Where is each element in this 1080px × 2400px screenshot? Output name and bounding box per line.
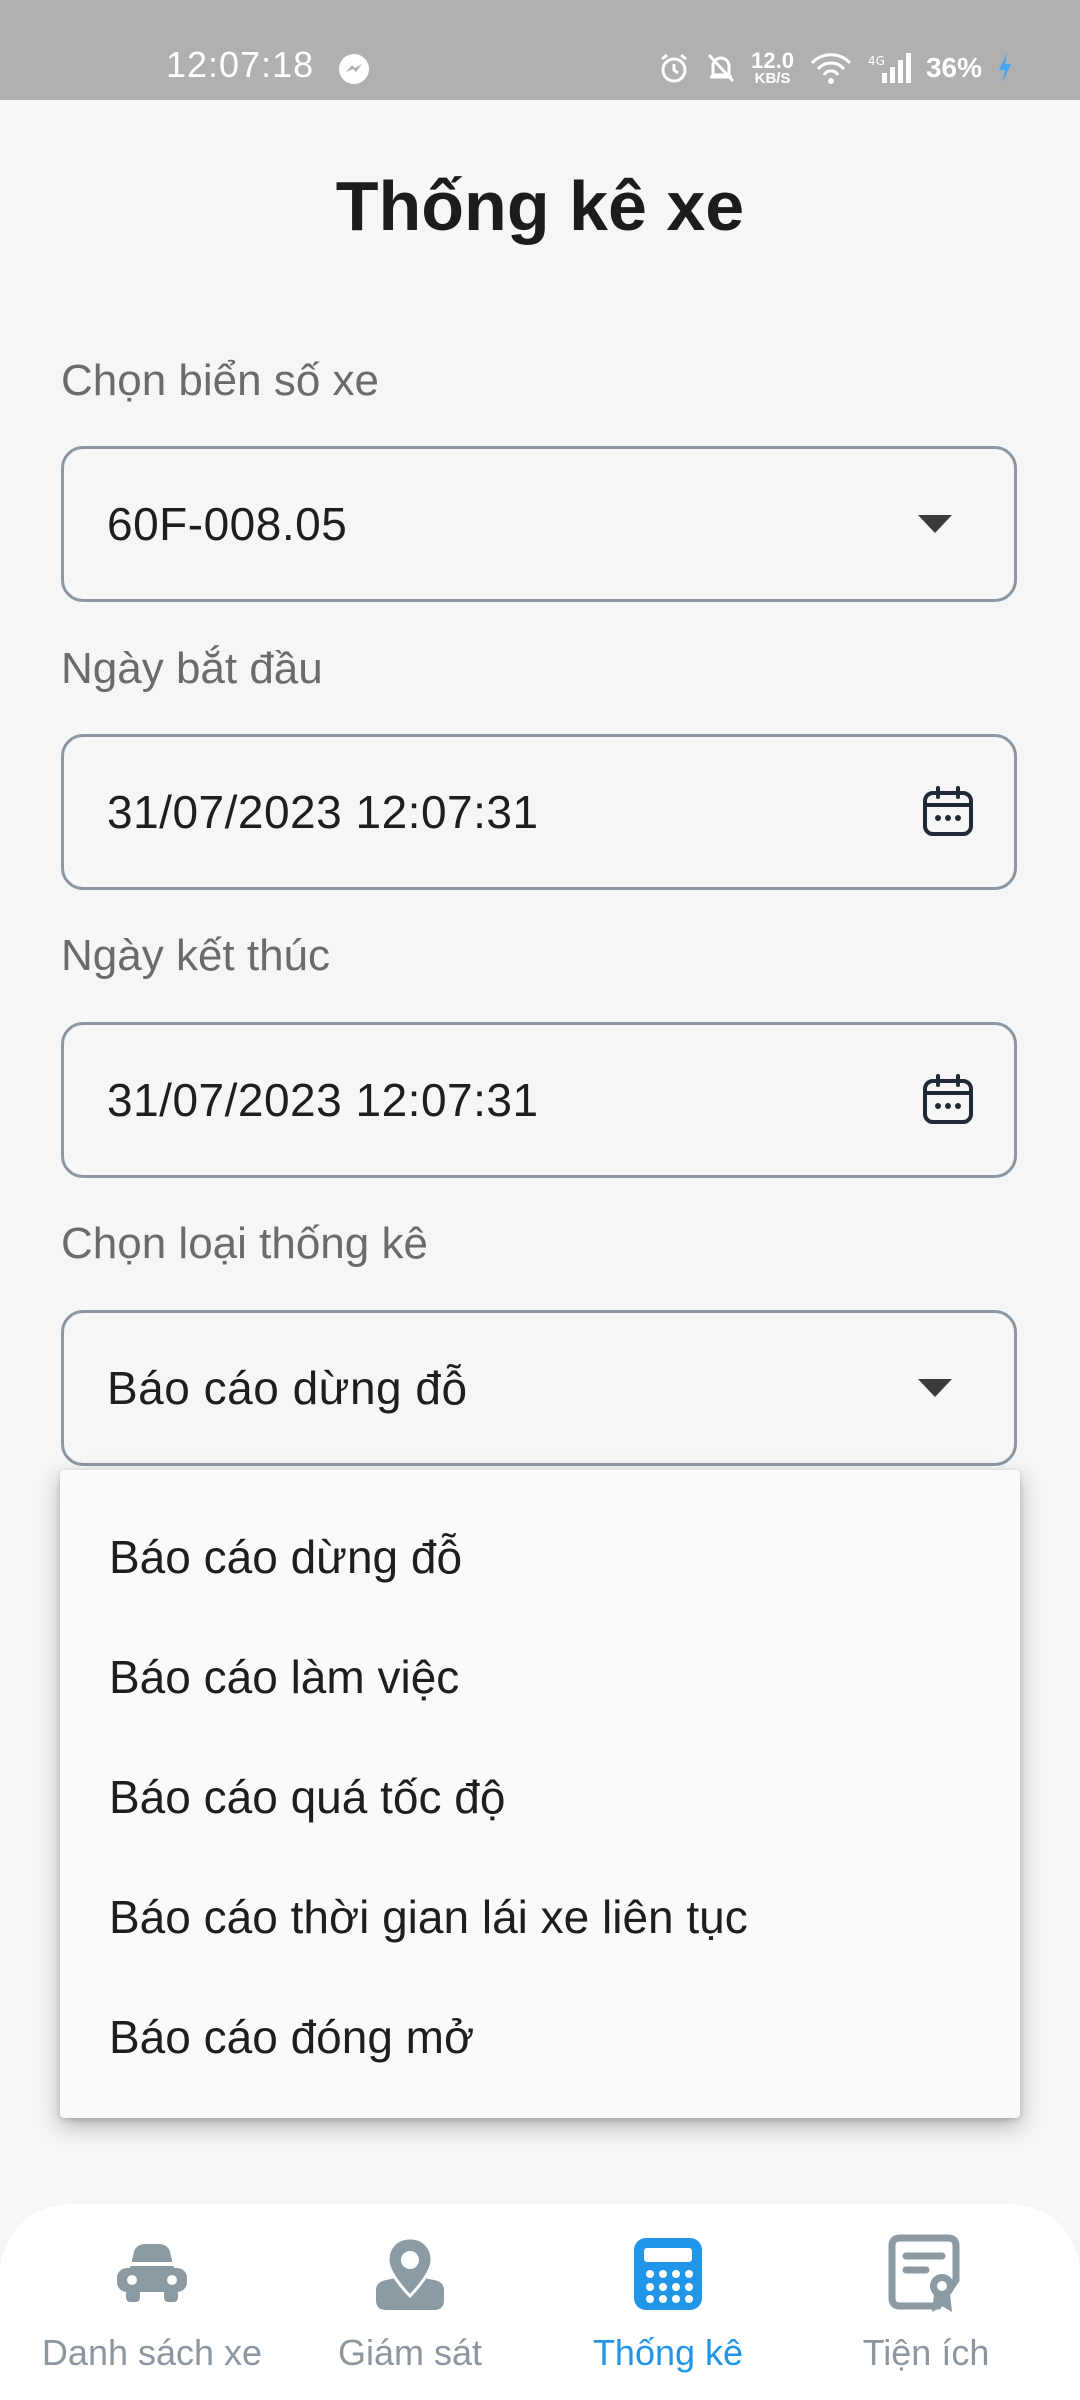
page-title: Thống kê xe xyxy=(335,167,745,245)
bell-muted-icon xyxy=(708,53,735,83)
nav-item-utilities[interactable]: Tiện ích xyxy=(820,2204,1032,2400)
signal-icon: 4G xyxy=(868,53,911,83)
dropdown-option[interactable]: Báo cáo đóng mở xyxy=(109,2010,474,2064)
status-icons: 12.0 KB/S 4G 36% xyxy=(657,46,1014,90)
dropdown-option[interactable]: Báo cáo làm việc xyxy=(109,1650,459,1704)
report-type-dropdown: Báo cáo dừng đỗ Báo cáo làm việc Báo cáo… xyxy=(60,1470,1020,2118)
alarm-icon xyxy=(661,53,688,83)
map-pin-icon xyxy=(376,2236,444,2310)
report-type-select-value: Báo cáo dừng đỗ xyxy=(107,1362,468,1414)
dropdown-option[interactable]: Báo cáo quá tốc độ xyxy=(109,1770,505,1824)
plate-select-value: 60F-008.05 xyxy=(107,498,348,550)
dropdown-option[interactable]: Báo cáo dừng đỗ xyxy=(109,1530,462,1584)
nav-item-monitoring[interactable]: Giám sát xyxy=(300,2204,520,2400)
status-time: 12:07:18 xyxy=(166,44,315,85)
end-date-value: 31/07/2023 12:07:31 xyxy=(107,1074,539,1126)
start-date-field[interactable]: 31/07/2023 12:07:31 xyxy=(61,734,1017,890)
net-speed: 12.0 KB/S xyxy=(751,47,794,87)
wifi-icon xyxy=(810,53,852,84)
dropdown-option[interactable]: Báo cáo thời gian lái xe liên tục xyxy=(109,1890,748,1944)
nav-label: Tiện ích xyxy=(862,2332,990,2373)
status-bar: 12:07:18 12.0 KB/S 4G 36% xyxy=(0,0,1080,100)
nav-label: Thống kê xyxy=(592,2332,744,2373)
start-date-value: 31/07/2023 12:07:31 xyxy=(107,786,539,838)
calendar-icon[interactable] xyxy=(920,1072,976,1128)
report-type-label: Chọn loại thống kê xyxy=(61,1219,428,1268)
battery-level: 36% xyxy=(925,52,982,83)
end-date-label: Ngày kết thúc xyxy=(61,931,331,980)
start-date-label: Ngày bắt đầu xyxy=(61,644,323,693)
plate-select[interactable]: 60F-008.05 xyxy=(61,446,1017,602)
svg-text:4G: 4G xyxy=(868,54,885,68)
calendar-icon[interactable] xyxy=(920,784,976,840)
messenger-icon xyxy=(339,54,369,84)
certificate-icon xyxy=(888,2234,960,2312)
net-speed-value: 12.0 xyxy=(751,47,794,73)
calculator-icon xyxy=(634,2238,702,2310)
net-speed-unit: KB/S xyxy=(754,69,791,87)
report-type-select[interactable]: Báo cáo dừng đỗ xyxy=(61,1310,1017,1466)
nav-label: Giám sát xyxy=(337,2332,483,2373)
nav-item-statistics[interactable]: Thống kê xyxy=(560,2204,776,2400)
bottom-nav: Danh sách xe Giám sát Thống kê Tiện ích xyxy=(0,2204,1080,2400)
plate-label: Chọn biển số xe xyxy=(61,356,379,405)
charging-icon xyxy=(999,53,1011,83)
car-icon xyxy=(115,2244,189,2302)
caret-down-icon xyxy=(918,1379,952,1397)
nav-label: Danh sách xe xyxy=(41,2332,263,2373)
caret-down-icon xyxy=(918,515,952,533)
end-date-field[interactable]: 31/07/2023 12:07:31 xyxy=(61,1022,1017,1178)
nav-item-vehicle-list[interactable]: Danh sách xe xyxy=(28,2204,276,2400)
